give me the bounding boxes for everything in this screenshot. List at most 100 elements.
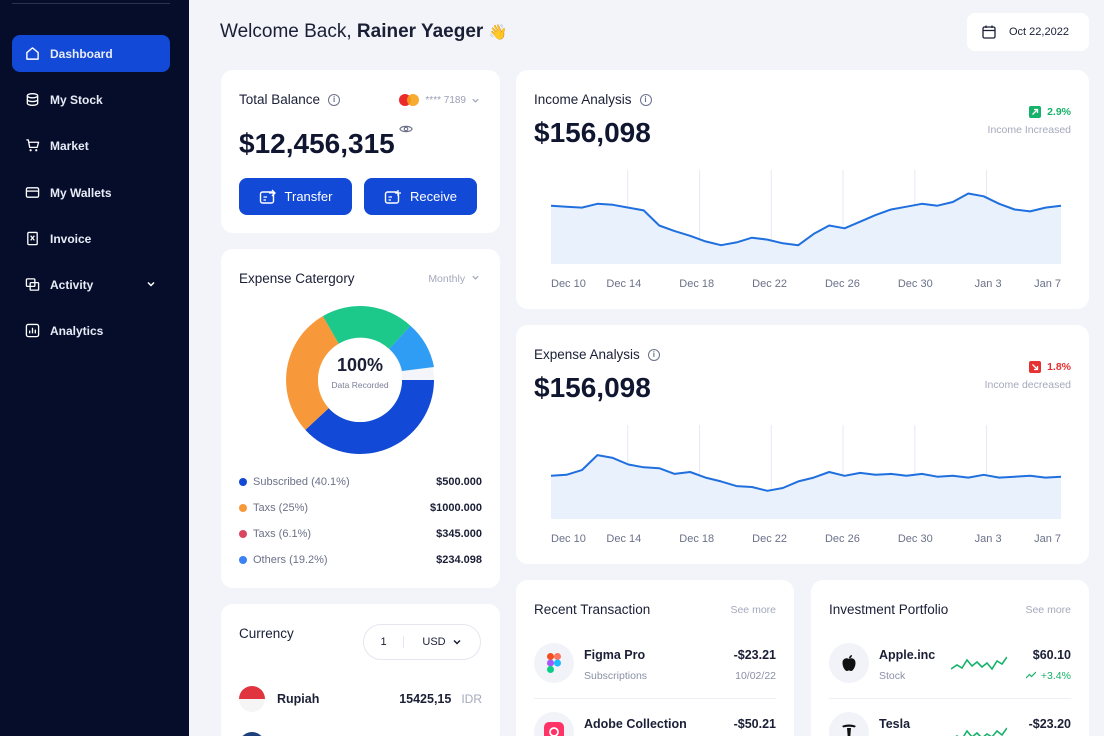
figma-icon [534,643,574,683]
investment-type: Stock [879,670,906,682]
database-icon [24,92,40,108]
trend-up-icon [1025,671,1037,679]
legend-label: Taxs (25%) [253,502,309,514]
period-label: Monthly [428,273,466,285]
investment-name: Apple.inc [879,648,936,662]
see-more-link[interactable]: See more [730,604,776,616]
welcome-prefix: Welcome Back, [220,21,352,42]
x-tick-label: Jan 7 [1034,278,1061,290]
recent-transaction-title: Recent Transaction [534,602,651,617]
sidebar-item-label: Invoice [50,231,92,246]
transaction-date: 10/02/22 [735,670,776,682]
receive-button[interactable]: Receive [364,178,477,215]
currency-selector[interactable]: 1 USD [363,624,481,660]
analytics-icon [24,323,40,339]
expense-category-card: Expense Catergory Monthly 100% Data Reco… [221,249,500,588]
eye-icon[interactable] [399,122,413,141]
mastercard-icon [399,94,421,106]
transaction-amount: -$23.21 [733,648,776,662]
home-icon [24,46,40,62]
cart-icon [24,138,40,154]
sidebar-item-my-wallets[interactable]: My Wallets [12,174,170,211]
x-tick-label: Jan 3 [975,533,1002,545]
sidebar-item-analytics[interactable]: Analytics [12,312,170,349]
indonesia-flag-icon [239,686,265,712]
sidebar-item-label: Market [50,138,89,153]
flag-icon [239,732,265,736]
legend-label: Taxs (6.1%) [253,528,312,540]
sidebar-item-invoice[interactable]: Invoice [12,220,170,257]
welcome-heading: Welcome Back, Rainer Yaeger 👋 [220,21,507,43]
sidebar-item-dashboard[interactable]: Dashboard [12,35,170,72]
investment-change: +3.4% [1025,670,1071,682]
wave-emoji: 👋 [488,24,508,41]
chevron-down-icon[interactable] [146,278,156,292]
see-more-link[interactable]: See more [1025,604,1071,616]
income-analysis-card: Income Analysis i $156,098 2.9% Income I… [516,70,1089,309]
currency-title: Currency [239,626,294,641]
x-tick-label: Dec 22 [752,278,787,290]
transfer-icon [259,189,277,205]
transfer-button[interactable]: Transfer [239,178,352,215]
currency-quantity[interactable]: 1 [364,636,404,648]
investment-row[interactable]: Tesla -$23.20 [829,712,1071,736]
currency-code: IDR [461,692,482,706]
investment-row[interactable]: Apple.inc Stock $60.10 +3.4% [829,643,1071,687]
x-tick-label: Dec 18 [679,533,714,545]
income-line-chart: Dec 10 Dec 14 Dec 18 Dec 22 Dec 26 Dec 30 Jan … [550,170,1062,290]
date-picker[interactable]: Oct 22,2022 [967,13,1089,51]
card-selector[interactable]: **** 7189 [399,94,480,106]
currency-value: 15425,15 [399,692,452,706]
legend-dot [239,504,247,512]
receive-icon [384,189,402,205]
legend-item: Taxs (25%) $1000.000 [239,502,482,514]
period-dropdown[interactable]: Monthly [428,273,480,285]
sidebar-item-market[interactable]: Market [12,127,170,164]
currency-row: Rupiah 15425,15 IDR [239,686,482,712]
sidebar-item-label: Activity [50,277,94,292]
total-balance-label: Total Balance [239,92,321,107]
chevron-down-icon [472,98,479,103]
expense-analysis-card: Expense Analysis i $156,098 1.8% Income … [516,325,1089,564]
legend-item: Subscribed (40.1%) $500.000 [239,476,482,488]
legend-value: $345.000 [436,528,482,540]
sidebar-item-label: My Wallets [50,185,112,200]
currency-card: Currency 1 USD Rupiah 15425,15 IDR [221,604,500,736]
x-tick-label: Dec 18 [679,278,714,290]
x-tick-label: Dec 30 [898,278,933,290]
currency-unit: USD [422,636,446,648]
transaction-row[interactable]: Figma Pro Subscriptions -$23.21 10/02/22 [534,643,776,687]
donut-sublabel: Data Recorded [331,380,389,390]
currency-name: Rupiah [277,692,320,706]
total-balance-title: Total Balance i [239,92,341,107]
currency-unit-dropdown[interactable]: USD [404,636,480,648]
info-icon[interactable]: i [328,93,341,106]
sparkline [955,727,1007,736]
legend-item: Taxs (6.1%) $345.000 [239,528,482,540]
x-tick-label: Dec 10 [551,278,586,290]
invoice-icon [24,231,40,247]
date-text: Oct 22,2022 [1009,26,1069,38]
x-tick-label: Jan 7 [1034,533,1061,545]
legend-value: $234.098 [436,554,482,566]
investment-amount: -$23.20 [1028,717,1071,731]
legend-dot [239,556,247,564]
sidebar-item-label: My Stock [50,92,103,107]
calendar-icon [981,24,997,40]
transaction-row[interactable]: Adobe Collection -$50.21 [534,712,776,736]
transaction-name: Adobe Collection [584,717,687,731]
card-number: **** 7189 [425,94,466,106]
transaction-category: Subscriptions [584,670,648,682]
sidebar-item-label: Analytics [50,323,104,338]
x-tick-label: Dec 26 [825,533,860,545]
sidebar-item-my-stock[interactable]: My Stock [12,81,170,118]
divider [534,698,776,699]
legend-label: Others (19.2%) [253,554,328,566]
chevron-down-icon [453,639,461,645]
x-tick-label: Jan 3 [975,278,1002,290]
sidebar-item-activity[interactable]: Activity [12,266,170,303]
legend-value: $500.000 [436,476,482,488]
donut-center-label: 100% Data Recorded [285,355,435,390]
total-balance-card: Total Balance i **** 7189 $12,456,315 Tr… [221,70,500,233]
legend-dot [239,530,247,538]
